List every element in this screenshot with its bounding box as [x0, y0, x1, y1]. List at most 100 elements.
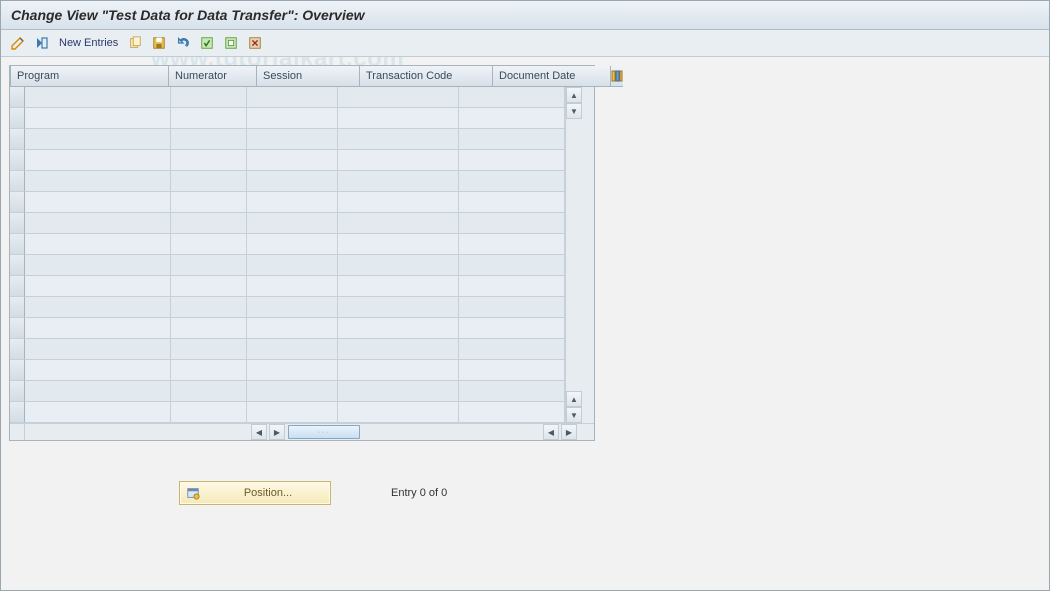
- save-icon[interactable]: [150, 34, 168, 52]
- cell-session[interactable]: [247, 318, 338, 339]
- row-selector[interactable]: [10, 192, 25, 213]
- cell-numerator[interactable]: [171, 255, 247, 276]
- cell-program[interactable]: [25, 213, 171, 234]
- cell-docdate[interactable]: [459, 297, 565, 318]
- hscroll-thumb[interactable]: ∙∙∙: [288, 425, 360, 439]
- cell-numerator[interactable]: [171, 276, 247, 297]
- cell-program[interactable]: [25, 87, 171, 108]
- scroll-up-icon[interactable]: ▲: [566, 87, 582, 103]
- cell-tcode[interactable]: [338, 129, 459, 150]
- cell-numerator[interactable]: [171, 192, 247, 213]
- scroll-left-icon[interactable]: ◀: [251, 424, 267, 440]
- cell-docdate[interactable]: [459, 213, 565, 234]
- column-header-docdate[interactable]: Document Date: [493, 66, 611, 87]
- cell-numerator[interactable]: [171, 318, 247, 339]
- column-header-session[interactable]: Session: [257, 66, 360, 87]
- cell-docdate[interactable]: [459, 192, 565, 213]
- select-icon[interactable]: [33, 34, 51, 52]
- cell-tcode[interactable]: [338, 276, 459, 297]
- cell-program[interactable]: [25, 255, 171, 276]
- cell-program[interactable]: [25, 171, 171, 192]
- column-header-tcode[interactable]: Transaction Code: [360, 66, 493, 87]
- cell-program[interactable]: [25, 129, 171, 150]
- cell-session[interactable]: [247, 87, 338, 108]
- configure-columns-icon[interactable]: [611, 66, 623, 87]
- row-selector[interactable]: [10, 360, 25, 381]
- cell-tcode[interactable]: [338, 318, 459, 339]
- cell-program[interactable]: [25, 150, 171, 171]
- scroll-right-icon[interactable]: ▶: [561, 424, 577, 440]
- row-selector[interactable]: [10, 150, 25, 171]
- cell-tcode[interactable]: [338, 234, 459, 255]
- cell-numerator[interactable]: [171, 381, 247, 402]
- scroll-down-step-icon[interactable]: ▼: [566, 103, 582, 119]
- cell-docdate[interactable]: [459, 381, 565, 402]
- cell-program[interactable]: [25, 108, 171, 129]
- cell-program[interactable]: [25, 297, 171, 318]
- cell-numerator[interactable]: [171, 171, 247, 192]
- undo-icon[interactable]: [174, 34, 192, 52]
- cell-tcode[interactable]: [338, 360, 459, 381]
- column-header-program[interactable]: Program: [11, 66, 169, 87]
- cell-docdate[interactable]: [459, 87, 565, 108]
- cell-session[interactable]: [247, 129, 338, 150]
- cell-tcode[interactable]: [338, 297, 459, 318]
- cell-session[interactable]: [247, 255, 338, 276]
- cell-docdate[interactable]: [459, 234, 565, 255]
- cell-docdate[interactable]: [459, 108, 565, 129]
- row-selector[interactable]: [10, 255, 25, 276]
- deselect-all-icon[interactable]: [222, 34, 240, 52]
- copy-icon[interactable]: [126, 34, 144, 52]
- column-header-numerator[interactable]: Numerator: [169, 66, 257, 87]
- cell-numerator[interactable]: [171, 108, 247, 129]
- cell-tcode[interactable]: [338, 402, 459, 423]
- cell-docdate[interactable]: [459, 150, 565, 171]
- cell-session[interactable]: [247, 234, 338, 255]
- cell-docdate[interactable]: [459, 276, 565, 297]
- cell-program[interactable]: [25, 276, 171, 297]
- row-selector[interactable]: [10, 276, 25, 297]
- scroll-right-step-icon[interactable]: ▶: [269, 424, 285, 440]
- cell-tcode[interactable]: [338, 150, 459, 171]
- cell-tcode[interactable]: [338, 255, 459, 276]
- cell-docdate[interactable]: [459, 360, 565, 381]
- new-entries-button[interactable]: New Entries: [57, 37, 120, 49]
- cell-session[interactable]: [247, 360, 338, 381]
- cell-numerator[interactable]: [171, 360, 247, 381]
- cell-tcode[interactable]: [338, 213, 459, 234]
- row-selector[interactable]: [10, 339, 25, 360]
- vertical-scrollbar[interactable]: ▲ ▼ ▲ ▼: [565, 87, 582, 423]
- row-selector[interactable]: [10, 213, 25, 234]
- cell-numerator[interactable]: [171, 297, 247, 318]
- cell-docdate[interactable]: [459, 339, 565, 360]
- cell-numerator[interactable]: [171, 213, 247, 234]
- row-selector[interactable]: [10, 87, 25, 108]
- cell-tcode[interactable]: [338, 108, 459, 129]
- scroll-left-step-icon[interactable]: ◀: [543, 424, 559, 440]
- cell-session[interactable]: [247, 150, 338, 171]
- cell-docdate[interactable]: [459, 129, 565, 150]
- cell-docdate[interactable]: [459, 402, 565, 423]
- horizontal-scrollbar[interactable]: ◀ ▶ ∙∙∙ ◀ ▶: [10, 423, 594, 440]
- delete-icon[interactable]: [246, 34, 264, 52]
- cell-docdate[interactable]: [459, 318, 565, 339]
- cell-program[interactable]: [25, 402, 171, 423]
- cell-session[interactable]: [247, 108, 338, 129]
- cell-session[interactable]: [247, 339, 338, 360]
- cell-session[interactable]: [247, 213, 338, 234]
- cell-program[interactable]: [25, 381, 171, 402]
- cell-numerator[interactable]: [171, 339, 247, 360]
- cell-session[interactable]: [247, 171, 338, 192]
- cell-tcode[interactable]: [338, 192, 459, 213]
- cell-docdate[interactable]: [459, 171, 565, 192]
- cell-numerator[interactable]: [171, 129, 247, 150]
- row-selector[interactable]: [10, 318, 25, 339]
- cell-program[interactable]: [25, 192, 171, 213]
- cell-numerator[interactable]: [171, 234, 247, 255]
- row-selector[interactable]: [10, 129, 25, 150]
- cell-session[interactable]: [247, 297, 338, 318]
- cell-session[interactable]: [247, 381, 338, 402]
- row-selector[interactable]: [10, 234, 25, 255]
- cell-program[interactable]: [25, 339, 171, 360]
- row-selector[interactable]: [10, 381, 25, 402]
